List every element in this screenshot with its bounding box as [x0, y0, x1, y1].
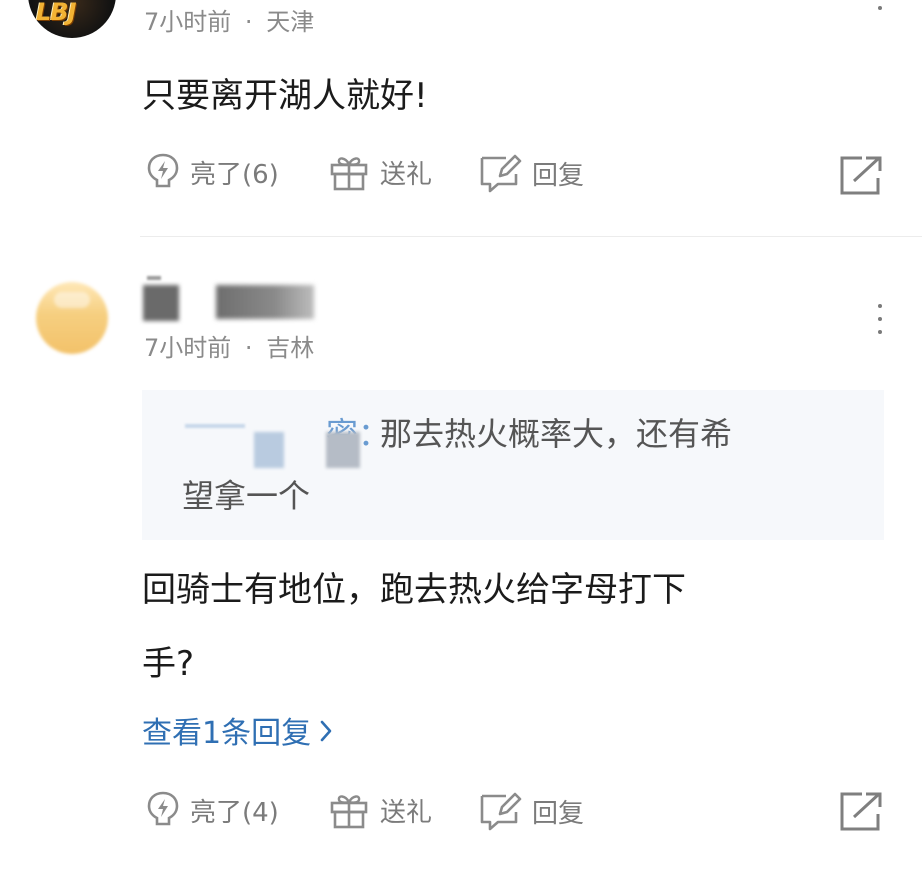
gift-label: 送礼 — [380, 797, 433, 828]
comment-location: 吉林 — [266, 334, 315, 362]
username-blur — [143, 285, 179, 321]
share-icon[interactable] — [838, 154, 884, 200]
comment-location: 天津 — [266, 8, 315, 36]
quote-author-blur — [254, 432, 284, 468]
username-blur — [216, 285, 314, 319]
like-button[interactable]: 亮了(4) — [146, 790, 279, 830]
reply-button[interactable]: 回复 — [478, 152, 584, 194]
quote-text-line1: 那去热火概率大，还有希 — [380, 415, 733, 453]
comment-body: 只要离开湖人就好! — [142, 76, 428, 116]
reply-label: 回复 — [532, 798, 585, 829]
reply-label: 回复 — [532, 160, 585, 191]
user-avatar[interactable] — [36, 282, 108, 354]
comment-time: 7小时前 — [144, 334, 232, 362]
gift-icon — [328, 152, 370, 192]
avatar-logo: LBJ — [36, 0, 77, 26]
lightning-like-icon — [146, 152, 180, 192]
view-replies-link[interactable]: 查看1条回复 — [142, 712, 333, 756]
view-replies-label: 查看1条回复 — [142, 716, 312, 751]
user-avatar[interactable]: LBJ — [28, 0, 116, 38]
like-count-label: 亮了(6) — [190, 159, 279, 190]
comment-meta: 7小时前 · 天津 — [144, 2, 314, 37]
reply-button[interactable]: 回复 — [478, 790, 584, 832]
quote-author-blur — [185, 424, 245, 428]
comment-body-line2: 手? — [142, 644, 195, 684]
chevron-right-icon — [319, 712, 333, 756]
like-button[interactable]: 亮了(6) — [146, 152, 279, 192]
like-count-label: 亮了(4) — [190, 797, 279, 828]
gift-button[interactable]: 送礼 — [328, 152, 432, 192]
share-icon[interactable] — [838, 790, 884, 836]
more-vertical-icon[interactable] — [876, 0, 884, 10]
comment-meta: 7小时前 · 吉林 — [144, 328, 314, 363]
edit-reply-icon — [478, 790, 522, 832]
quote-author-blur — [326, 432, 360, 468]
comment-divider — [140, 236, 922, 237]
meta-separator: · — [244, 8, 253, 36]
gift-icon — [328, 790, 370, 830]
more-vertical-icon[interactable] — [876, 304, 884, 334]
comment-body-line1: 回骑士有地位，跑去热火给字母打下 — [142, 570, 686, 610]
comment-time: 7小时前 — [144, 8, 232, 36]
gift-button[interactable]: 送礼 — [328, 790, 432, 830]
edit-reply-icon — [478, 152, 522, 194]
quote-text-line2: 望拿一个 — [182, 477, 311, 515]
username-blur — [147, 276, 161, 280]
lightning-like-icon — [146, 790, 180, 830]
meta-separator: · — [244, 334, 253, 362]
gift-label: 送礼 — [380, 159, 433, 190]
